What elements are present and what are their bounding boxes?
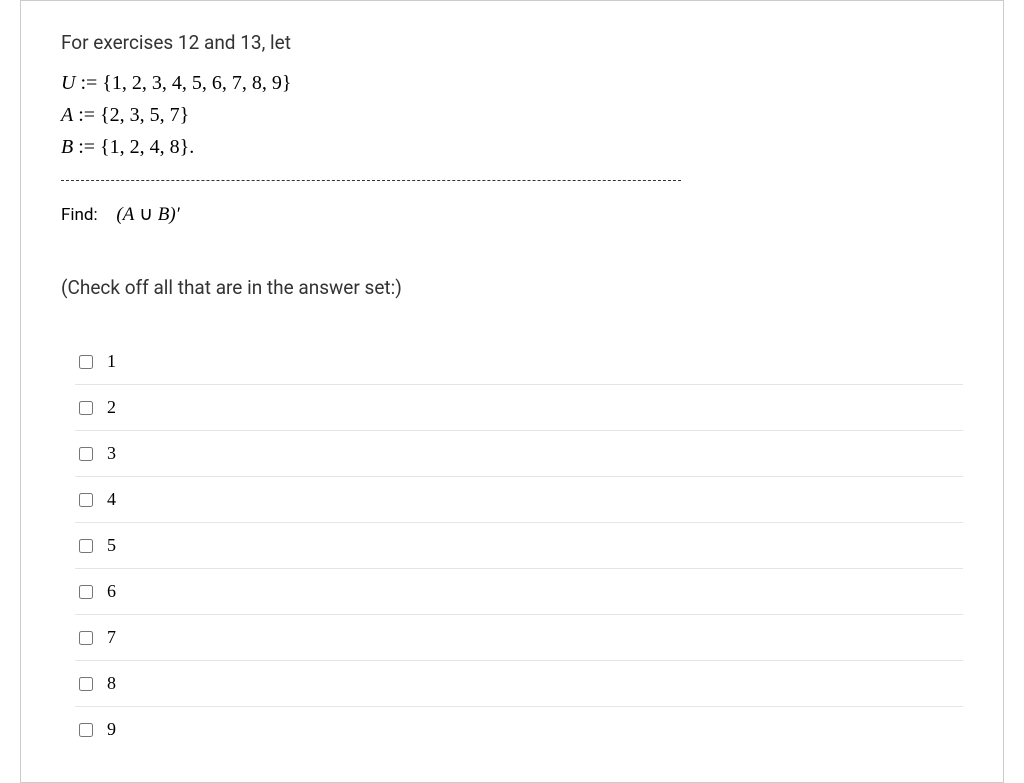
option-row: 8 xyxy=(75,661,963,707)
option-label: 3 xyxy=(107,443,116,464)
find-line: Find: (A ∪ B)′ xyxy=(61,203,963,226)
option-row: 1 xyxy=(75,339,963,385)
option-label: 4 xyxy=(107,489,116,510)
find-label: Find: xyxy=(61,205,98,225)
option-label: 2 xyxy=(107,397,116,418)
option-label: 6 xyxy=(107,581,116,602)
question-content: For exercises 12 and 13, let U := {1, 2,… xyxy=(21,1,1003,782)
option-label: 1 xyxy=(107,351,116,372)
def-B-var: B xyxy=(61,136,73,158)
def-U-val: := {1, 2, 3, 4, 5, 6, 7, 8, 9} xyxy=(75,72,291,94)
option-checkbox-5[interactable] xyxy=(79,539,93,553)
option-checkbox-2[interactable] xyxy=(79,401,93,415)
find-expression: (A ∪ B)′ xyxy=(116,204,179,225)
def-A-val: := {2, 3, 5, 7} xyxy=(73,104,189,126)
option-checkbox-3[interactable] xyxy=(79,447,93,461)
option-checkbox-6[interactable] xyxy=(79,585,93,599)
option-checkbox-7[interactable] xyxy=(79,631,93,645)
option-checkbox-1[interactable] xyxy=(79,355,93,369)
option-row: 7 xyxy=(75,615,963,661)
intro-text: For exercises 12 and 13, let xyxy=(61,31,963,54)
option-label: 8 xyxy=(107,673,116,694)
def-A-var: A xyxy=(61,104,73,126)
def-A: A := {2, 3, 5, 7} xyxy=(61,100,963,130)
option-row: 2 xyxy=(75,385,963,431)
option-row: 5 xyxy=(75,523,963,569)
option-row: 3 xyxy=(75,431,963,477)
def-B-val: := {1, 2, 4, 8}. xyxy=(73,136,194,158)
def-B: B := {1, 2, 4, 8}. xyxy=(61,132,963,162)
set-definitions: U := {1, 2, 3, 4, 5, 6, 7, 8, 9} A := {2… xyxy=(61,68,963,162)
option-checkbox-4[interactable] xyxy=(79,493,93,507)
question-container: For exercises 12 and 13, let U := {1, 2,… xyxy=(20,0,1004,783)
option-label: 9 xyxy=(107,719,116,740)
option-label: 7 xyxy=(107,627,116,648)
option-label: 5 xyxy=(107,535,116,556)
option-checkbox-8[interactable] xyxy=(79,677,93,691)
check-instruction: (Check off all that are in the answer se… xyxy=(61,276,963,299)
def-U: U := {1, 2, 3, 4, 5, 6, 7, 8, 9} xyxy=(61,68,963,98)
def-U-var: U xyxy=(61,72,75,94)
option-row: 4 xyxy=(75,477,963,523)
options-list: 1 2 3 4 5 6 7 xyxy=(75,339,963,752)
option-checkbox-9[interactable] xyxy=(79,723,93,737)
divider xyxy=(61,180,681,181)
option-row: 9 xyxy=(75,707,963,752)
option-row: 6 xyxy=(75,569,963,615)
